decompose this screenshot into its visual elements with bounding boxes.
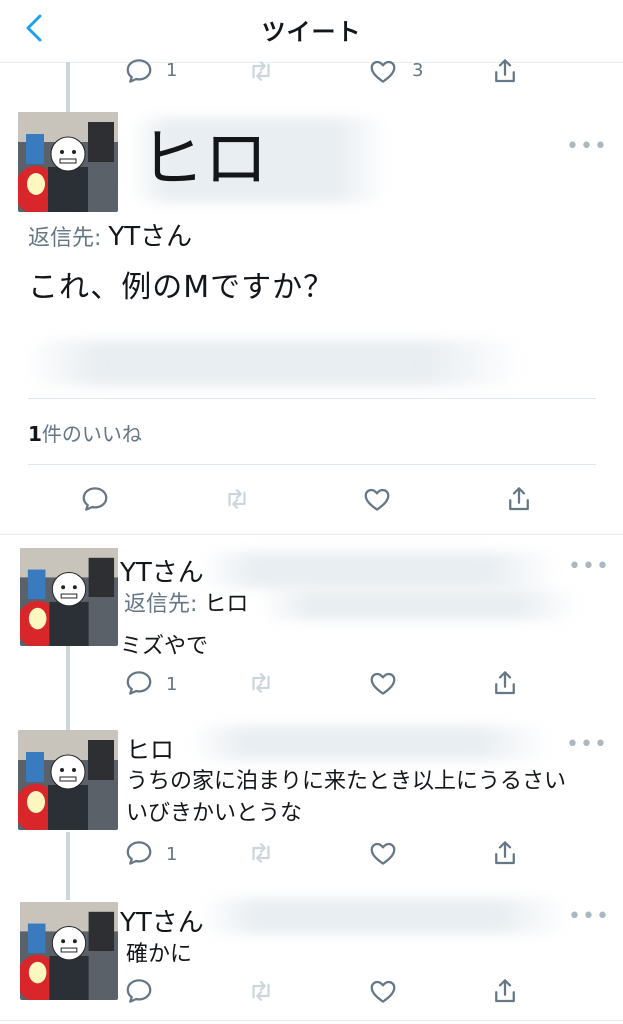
more-options-icon[interactable]: •••: [568, 904, 610, 929]
like-icon[interactable]: [368, 56, 402, 90]
thread-line: [66, 62, 70, 112]
reply-count: 1: [166, 844, 178, 865]
reply-icon[interactable]: [80, 484, 114, 518]
redacted-handle: [190, 726, 550, 760]
reply-to-label: 返信先:: [28, 226, 102, 251]
share-icon[interactable]: [490, 56, 524, 90]
more-options-icon[interactable]: •••: [566, 134, 608, 159]
share-icon[interactable]: [490, 976, 524, 1010]
like-count: 3: [412, 60, 424, 81]
likes-count: 1: [28, 422, 42, 446]
tweet-text: うちの家に泊まりに来たとき以上にうるさい いびきかいとうな: [126, 766, 566, 830]
tweet-text: 確かに: [126, 942, 193, 967]
like-icon[interactable]: [362, 484, 396, 518]
likes-label: 件のいいね: [41, 422, 142, 446]
avatar[interactable]: [20, 902, 118, 1000]
reply-icon[interactable]: [124, 56, 158, 90]
display-name[interactable]: ヒロ: [140, 122, 268, 198]
more-options-icon[interactable]: •••: [566, 732, 608, 757]
reply-icon[interactable]: [124, 976, 158, 1010]
retweet-icon[interactable]: [246, 668, 280, 702]
avatar[interactable]: [18, 730, 118, 830]
avatar[interactable]: [18, 112, 118, 212]
tweet-text-line: いびきかいとうな: [126, 801, 303, 826]
like-icon[interactable]: [368, 668, 402, 702]
like-icon[interactable]: [368, 838, 402, 872]
retweet-icon[interactable]: [222, 484, 256, 518]
tweet-text: これ、例のMですか？: [28, 270, 335, 305]
reply-icon[interactable]: [124, 668, 158, 702]
divider: [28, 398, 596, 399]
redacted-handle: [200, 552, 560, 588]
share-icon[interactable]: [504, 484, 538, 518]
reply-count: 1: [166, 674, 178, 695]
redacted-handle: [260, 590, 580, 620]
retweet-icon[interactable]: [246, 838, 280, 872]
share-icon[interactable]: [490, 838, 524, 872]
page-title: ツイート: [261, 18, 362, 46]
reply-to-user[interactable]: ヒロ: [204, 592, 248, 617]
like-icon[interactable]: [368, 976, 402, 1010]
tweet-text: ミズやで: [120, 634, 209, 659]
top-bar: ツイート: [0, 0, 623, 63]
divider: [28, 464, 596, 465]
reply-to-line: 返信先: ヒロ: [124, 586, 248, 618]
redacted-handle: [200, 898, 570, 934]
tweet-text-line: うちの家に泊まりに来たとき以上にうるさい: [126, 769, 567, 794]
thread-line: [66, 646, 70, 730]
reply-to-label: 返信先:: [124, 592, 198, 617]
reply-to-user[interactable]: YTさん: [108, 222, 192, 252]
retweet-icon[interactable]: [246, 56, 280, 90]
reply-icon[interactable]: [124, 838, 158, 872]
avatar[interactable]: [20, 548, 118, 646]
display-name[interactable]: ヒロ: [126, 730, 174, 765]
likes-summary[interactable]: 1件のいいね: [28, 418, 142, 447]
reply-to-line: 返信先: YTさん: [28, 216, 192, 253]
display-name[interactable]: YTさん: [120, 552, 204, 589]
retweet-icon[interactable]: [246, 976, 280, 1010]
divider: [0, 1020, 623, 1021]
more-options-icon[interactable]: •••: [568, 554, 610, 579]
divider: [0, 534, 623, 535]
display-name[interactable]: YTさん: [120, 902, 204, 939]
redacted-timestamp: [24, 340, 524, 386]
share-icon[interactable]: [490, 668, 524, 702]
thread-line: [66, 832, 70, 900]
reply-count: 1: [166, 60, 178, 81]
